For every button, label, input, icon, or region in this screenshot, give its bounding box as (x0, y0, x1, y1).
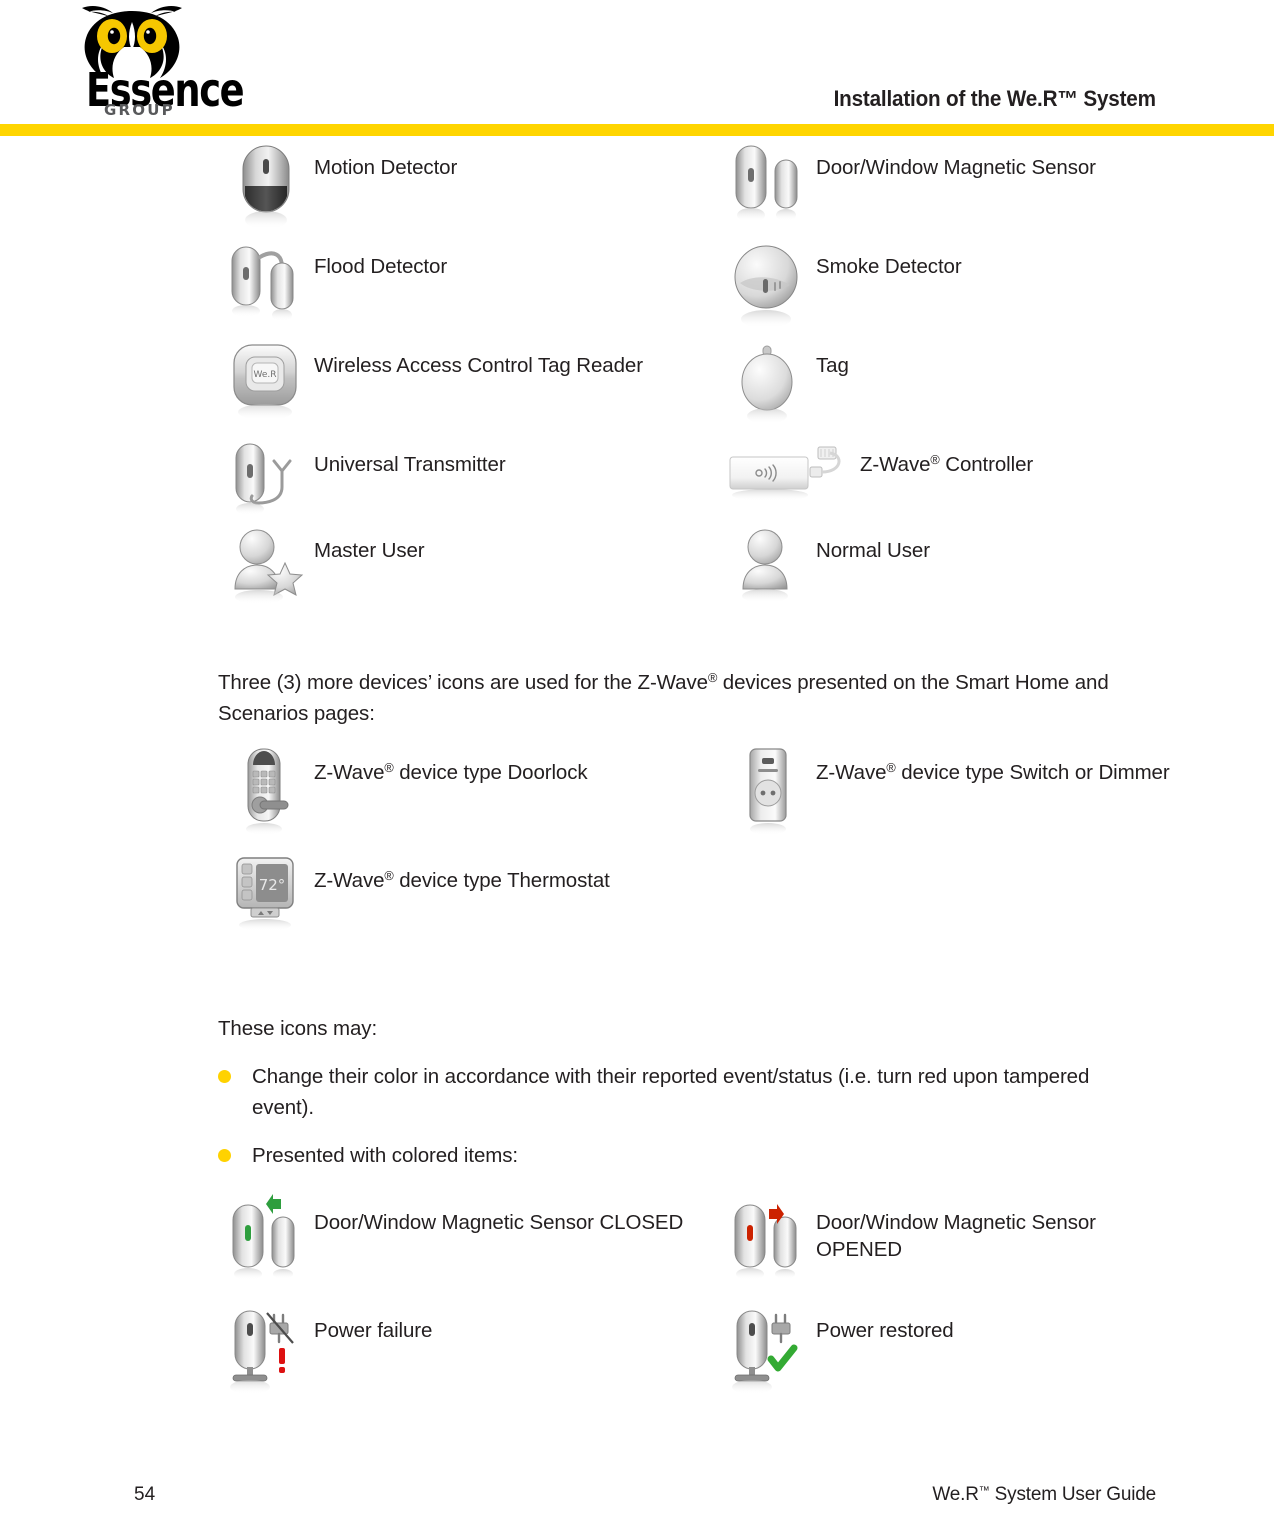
device-entry: We.R Wireless Access Control Tag Reader (218, 338, 698, 437)
device-label: Smoke Detector (816, 255, 962, 278)
device-label: Z-Wave® Controller (860, 452, 1034, 476)
bullet-dot-icon (218, 1140, 252, 1171)
page-header: Essence GROUP Installation of the We.R™ … (0, 0, 1274, 140)
motion-detector-icon (218, 140, 314, 236)
list-item: Presented with colored items: (218, 1140, 1118, 1171)
device-label: Door/Window Magnetic Sensor CLOSED (314, 1210, 684, 1234)
universal-transmitter-icon (218, 437, 314, 529)
page-content: Motion Detector Door/Window Magnetic Sen… (0, 140, 1274, 1411)
device-entry: Tag (720, 338, 1180, 437)
device-entry: Master User (218, 523, 698, 609)
essence-group-logo: Essence GROUP (28, 2, 258, 130)
device-entry: Flood Detector (218, 239, 698, 338)
device-label: Master User (314, 539, 425, 562)
bullet-text: Presented with colored items: (252, 1143, 519, 1167)
icons-may-lead: These icons may: (218, 1017, 378, 1041)
device-label: Door/Window Magnetic Sensor (816, 156, 1096, 179)
device-entry: Z-Wave® device type Doorlock (218, 745, 698, 853)
table-row: Master User Normal User (0, 523, 1274, 609)
z-wave-controller-icon (720, 437, 860, 509)
device-entry: Door/Window Magnetic Sensor CLOSED (218, 1193, 698, 1303)
door-window-sensor-opened-icon (720, 1195, 816, 1295)
device-icons-table: Motion Detector Door/Window Magnetic Sen… (0, 140, 1274, 609)
device-entry: Motion Detector (218, 140, 698, 239)
table-row: We.R Wireless Access Control Tag Reader (0, 338, 1274, 437)
device-label: Flood Detector (314, 255, 448, 278)
device-entry: Power failure (218, 1303, 698, 1411)
z-wave-switch-dimmer-icon (720, 745, 816, 845)
z-wave-doorlock-icon (218, 745, 314, 845)
table-row: Power failure Power restored (0, 1303, 1274, 1411)
header-yellow-rule (0, 124, 1274, 136)
zwave-device-icons-table: Z-Wave® device type Doorlock Z-Wave® dev… (0, 745, 1274, 957)
device-label: Universal Transmitter (314, 453, 506, 476)
door-window-sensor-closed-icon (218, 1193, 314, 1295)
list-item: Change their color in accordance with th… (218, 1061, 1118, 1123)
power-failure-icon (218, 1303, 314, 1403)
device-label: Z-Wave® device type Switch or Dimmer (816, 760, 1170, 785)
device-label: Z-Wave® device type Doorlock (314, 760, 588, 785)
tag-reader-icon: We.R (218, 338, 314, 432)
table-row: Motion Detector Door/Window Magnetic Sen… (0, 140, 1274, 239)
device-entry: Universal Transmitter (218, 437, 698, 523)
page-footer: 54 We.R™ System User Guide (0, 1484, 1274, 1514)
device-label: Z-Wave® device type Thermostat (314, 868, 610, 893)
device-entry: Power restored (720, 1303, 1180, 1411)
logo-sub-text: GROUP (104, 101, 175, 119)
table-row: Door/Window Magnetic Sensor CLOSED Door/… (0, 1193, 1274, 1303)
device-label: Motion Detector (314, 156, 458, 179)
device-label: Door/Window Magnetic Sensor OPENED (816, 1210, 1096, 1262)
device-entry: Normal User (720, 523, 1180, 609)
icons-may-bullets: Change their color in accordance with th… (218, 1061, 1118, 1170)
device-entry: Z-Wave® device type Switch or Dimmer (720, 745, 1180, 853)
device-entry: Smoke Detector (720, 239, 1180, 338)
master-user-icon (218, 523, 314, 611)
table-row: Universal Transmitter Z-Wave® Controller (0, 437, 1274, 523)
page-header-title: Installation of the We.R™ System (833, 86, 1156, 111)
table-row: Z-Wave® device type Doorlock Z-Wave® dev… (0, 745, 1274, 853)
power-restored-icon (720, 1303, 816, 1403)
device-entry-empty (720, 853, 1180, 957)
door-window-magnetic-sensor-icon (720, 140, 816, 236)
device-label: Power restored (816, 1318, 954, 1342)
device-label: Tag (816, 354, 849, 377)
device-entry: Door/Window Magnetic Sensor OPENED (720, 1195, 1180, 1303)
footer-page-number: 54 (134, 1484, 156, 1505)
device-entry: Z-Wave® Controller (720, 437, 1180, 523)
device-label: Normal User (816, 539, 930, 562)
device-label: Power failure (314, 1318, 433, 1342)
tag-icon (720, 338, 816, 432)
normal-user-icon (720, 523, 816, 611)
smoke-detector-icon (720, 239, 816, 335)
bullet-text: Change their color in accordance with th… (252, 1065, 1090, 1120)
thermostat-temp-text: 72° (259, 876, 286, 894)
status-icons-table: Door/Window Magnetic Sensor CLOSED Door/… (0, 1193, 1274, 1411)
device-entry: Door/Window Magnetic Sensor (720, 140, 1180, 239)
z-wave-thermostat-icon: 72° (218, 853, 314, 943)
flood-detector-icon (218, 239, 314, 331)
zwave-intro-paragraph: Three (3) more devices’ icons are used f… (218, 670, 1109, 726)
table-row: 72° Z-Wave® device type Thermostat (0, 853, 1274, 957)
footer-guide-title: We.R™ System User Guide (932, 1484, 1156, 1505)
device-label: Wireless Access Control Tag Reader (314, 354, 643, 377)
svg-text:We.R: We.R (253, 370, 276, 380)
device-entry: 72° Z-Wave® device type Thermostat (218, 853, 698, 957)
bullet-dot-icon (218, 1061, 252, 1123)
table-row: Flood Detector Smoke Detector (0, 239, 1274, 338)
